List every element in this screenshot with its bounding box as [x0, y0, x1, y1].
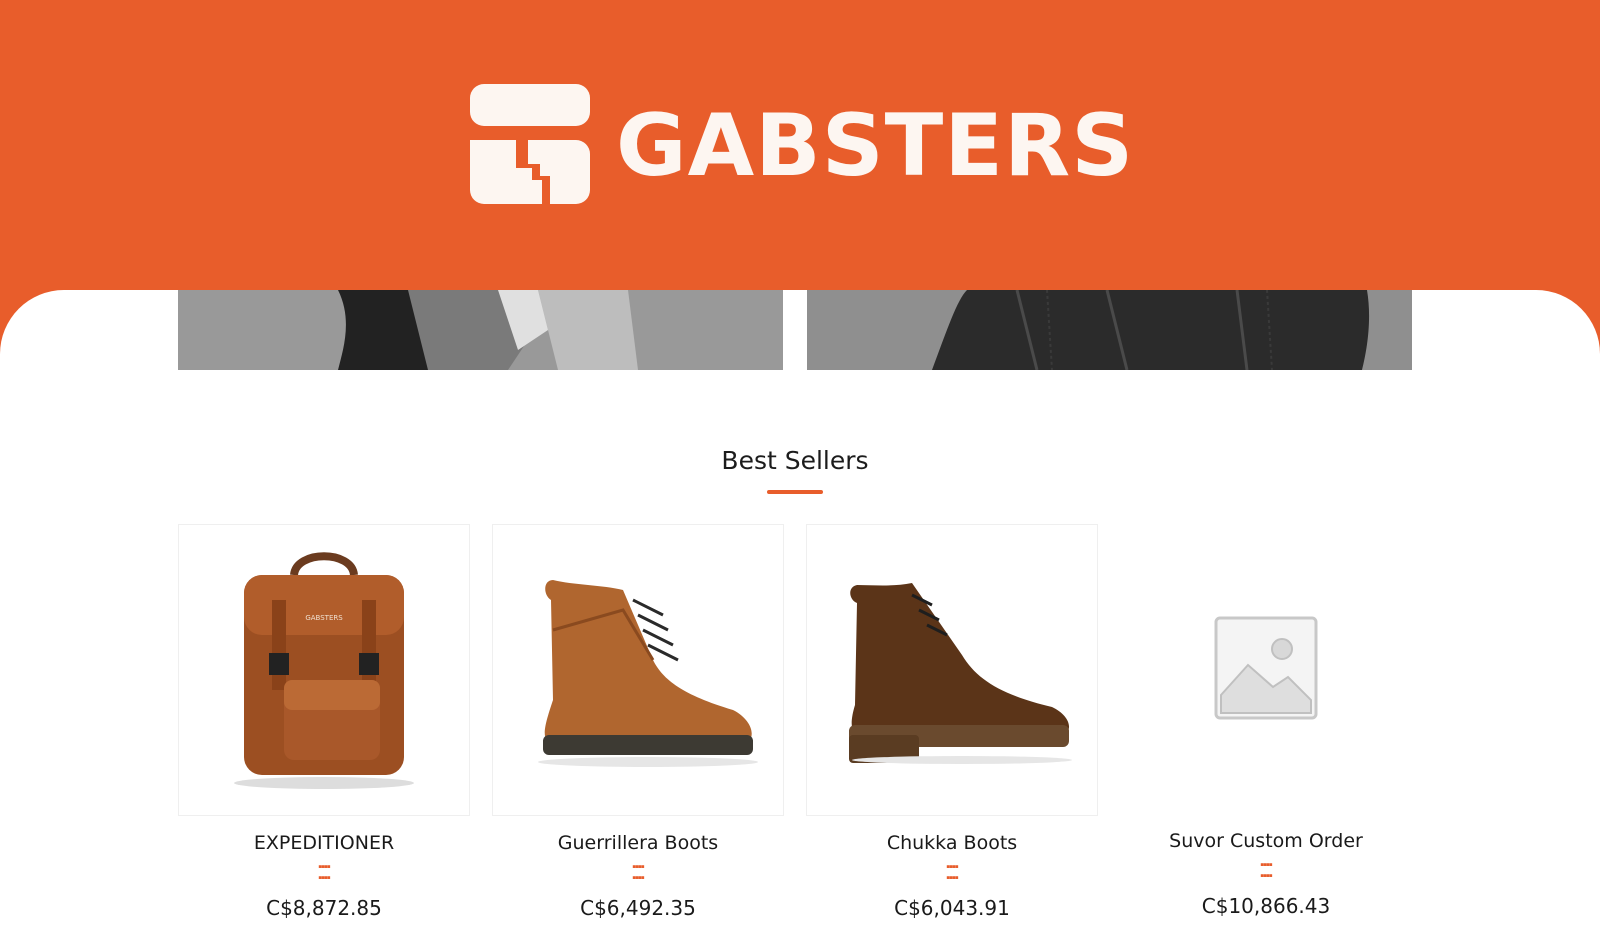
product-name[interactable]: EXPEDITIONER — [178, 832, 470, 854]
svg-text:GABSTERS: GABSTERS — [305, 614, 343, 622]
product-name[interactable]: Chukka Boots — [806, 832, 1098, 854]
hero-image-women[interactable] — [178, 290, 783, 370]
dark-brown-chukka-boot-image — [849, 583, 1072, 764]
product-card[interactable]: Suvor Custom Order ▪▪▪▪ ▪▪▪▪ C$10,866.43 — [1120, 522, 1412, 918]
product-name[interactable]: Guerrillera Boots — [492, 832, 784, 854]
rating-dots-icon: ▪▪▪▪ ▪▪▪▪ — [946, 861, 959, 884]
title-underline — [767, 490, 823, 494]
leather-backpack-image: GABSTERS — [234, 552, 414, 789]
section-title: Best Sellers — [721, 446, 869, 475]
product-image[interactable] — [1120, 522, 1412, 814]
product-name[interactable]: Suvor Custom Order — [1120, 830, 1412, 852]
man-leather-jacket-image — [807, 290, 1412, 370]
content-sheet: Best Sellers GABSTERS EXPEDITIONER ▪▪▪▪ ▪… — [0, 290, 1600, 930]
product-card[interactable]: GABSTERS EXPEDITIONER ▪▪▪▪ ▪▪▪▪ C$8,872.8… — [178, 524, 470, 920]
woman-portrait-image — [178, 290, 783, 370]
rating-dots-icon: ▪▪▪▪ ▪▪▪▪ — [1260, 859, 1273, 882]
product-card[interactable]: Guerrillera Boots ▪▪▪▪ ▪▪▪▪ C$6,492.35 — [492, 524, 784, 920]
brand-name: GABSTERS — [616, 96, 1135, 196]
rating-dots-icon: ▪▪▪▪ ▪▪▪▪ — [318, 861, 331, 884]
image-placeholder-icon — [1214, 616, 1318, 720]
product-image[interactable] — [806, 524, 1098, 816]
gabsters-logo-icon — [470, 84, 590, 204]
product-image[interactable] — [492, 524, 784, 816]
product-card[interactable]: Chukka Boots ▪▪▪▪ ▪▪▪▪ C$6,043.91 — [806, 524, 1098, 920]
hero-image-men[interactable] — [807, 290, 1412, 370]
header-banner: GABSTERS — [0, 0, 1600, 300]
product-image[interactable]: GABSTERS — [178, 524, 470, 816]
rating-dots-icon: ▪▪▪▪ ▪▪▪▪ — [632, 861, 645, 884]
brown-lace-up-boot-image — [538, 580, 758, 767]
product-price: C$10,866.43 — [1201, 894, 1331, 918]
brand-logo[interactable]: GABSTERS — [470, 84, 1134, 208]
